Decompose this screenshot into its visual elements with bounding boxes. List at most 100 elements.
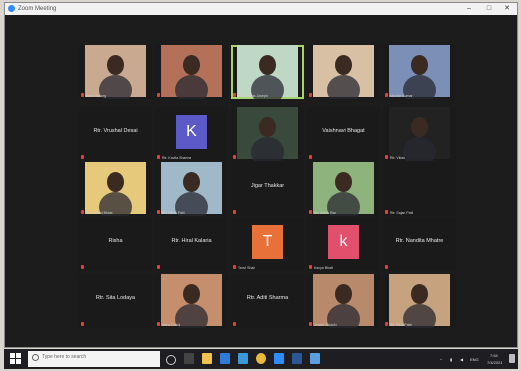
participant-tile[interactable]: Rtr. Nandita Mhatre (383, 217, 456, 271)
close-button[interactable]: ✕ (499, 3, 515, 14)
participant-video (389, 274, 450, 328)
language-indicator[interactable]: ENG (470, 357, 479, 362)
participant-silhouette (183, 55, 200, 75)
participant-silhouette (335, 172, 352, 192)
participant-video (161, 45, 222, 99)
muted-mic-icon (81, 322, 84, 326)
participant-silhouette (259, 117, 276, 137)
participant-caption: Rtr. Bina Patel (390, 323, 413, 327)
participant-name: Jigar Thakkar (250, 183, 285, 189)
photos-icon[interactable] (310, 353, 320, 364)
search-icon (32, 354, 39, 361)
muted-mic-icon (157, 155, 160, 159)
participant-tile[interactable] (231, 107, 304, 161)
participant-tile[interactable]: Jenish Solanki (307, 274, 380, 328)
muted-mic-icon (81, 93, 84, 97)
participant-caption: Rtr. Vikas (390, 156, 405, 160)
participant-tile[interactable]: Rtr. Sita Lodaya (79, 274, 152, 328)
participant-tile[interactable]: Ram Gurung (79, 45, 152, 99)
participant-caption: Rtr. Sajan Patil (390, 211, 414, 215)
store-icon[interactable] (238, 353, 248, 364)
zoom-window: Zoom Meeting – □ ✕ Ram Gurung Ms Sunitha … (4, 2, 518, 348)
participant-tile[interactable]: Rtr. Bina Patel (383, 274, 456, 328)
participant-tile[interactable]: Vaishnavi Bhagat (307, 107, 380, 161)
participant-avatar-initial: K (176, 115, 207, 149)
notification-icon[interactable] (509, 354, 515, 363)
participant-tile[interactable]: Neha Doshi (155, 274, 228, 328)
participant-tile[interactable]: K Rtr. Kavita Sharma (155, 107, 228, 161)
participant-tile[interactable] (155, 45, 228, 99)
participant-tile[interactable]: Rtr. Vrushal Desai (79, 107, 152, 161)
participant-tile[interactable]: T Tanvi Shah (231, 217, 304, 271)
participant-tile[interactable]: Manish Kumar (383, 45, 456, 99)
muted-mic-icon (81, 155, 84, 159)
search-placeholder: Type here to search (42, 354, 87, 360)
task-view-icon[interactable] (184, 353, 194, 364)
participant-video (85, 45, 146, 99)
participant-tile[interactable]: Rtr. Vikas (383, 107, 456, 161)
participant-tile[interactable]: k Kavya Bhatt (307, 217, 380, 271)
word-icon[interactable] (292, 353, 302, 364)
edge-icon[interactable] (220, 353, 230, 364)
participant-tile[interactable]: Rtr. Yashvi Bhide (79, 162, 152, 216)
participant-silhouette (411, 55, 428, 75)
participant-video (389, 107, 450, 161)
participant-caption: Rtr. Kavita Sharma (162, 156, 192, 160)
participant-video (85, 162, 146, 216)
muted-mic-icon (233, 210, 236, 214)
participant-tile[interactable]: Jigar Thakkar (231, 162, 304, 216)
zoom-taskbar-icon[interactable] (274, 353, 284, 364)
participant-name: Rtr. Aditi Sharma (246, 295, 289, 301)
participant-body (403, 137, 436, 161)
muted-mic-icon (309, 155, 312, 159)
participant-video (313, 45, 374, 99)
muted-mic-icon (385, 93, 388, 97)
tray-chevron-icon[interactable]: ^ (440, 357, 442, 362)
participant-silhouette (259, 55, 276, 75)
participant-silhouette (183, 172, 200, 192)
participant-tile[interactable]: Rtr. Aditi Sharma (231, 274, 304, 328)
muted-mic-icon (385, 155, 388, 159)
participant-tile[interactable]: Rtr. Hiral Kalaria (155, 217, 228, 271)
participant-caption: Ram Gurung (86, 94, 107, 98)
muted-mic-icon (385, 210, 388, 214)
participant-video (313, 274, 374, 328)
participant-avatar-initial: k (328, 225, 359, 259)
zoom-app-icon (8, 5, 15, 12)
muted-mic-icon (81, 210, 84, 214)
windows-taskbar: Type here to search ^ ▮ ◀ ENG 7:54 7/4/2… (4, 349, 518, 369)
muted-mic-icon (309, 93, 312, 97)
cortana-icon[interactable] (166, 355, 176, 365)
participant-tile[interactable]: Risha (79, 217, 152, 271)
participant-tile[interactable]: Rtr. Anish Rao (307, 162, 380, 216)
minimize-button[interactable]: – (461, 3, 477, 14)
clock-time[interactable]: 7:54 (490, 353, 498, 358)
chrome-icon[interactable] (256, 353, 266, 364)
muted-mic-icon (157, 322, 160, 326)
muted-mic-icon (385, 265, 388, 269)
windows-start-button[interactable] (10, 353, 22, 365)
muted-mic-icon (233, 93, 236, 97)
participant-video (313, 162, 374, 216)
maximize-button[interactable]: □ (481, 3, 497, 14)
window-title: Zoom Meeting (18, 6, 57, 12)
muted-mic-icon (157, 93, 160, 97)
participant-tile[interactable] (307, 45, 380, 99)
volume-icon[interactable]: ◀ (460, 357, 463, 362)
participant-tile[interactable]: Ms Sunitha Joseph (231, 45, 304, 99)
muted-mic-icon (81, 265, 84, 269)
participant-gallery: Ram Gurung Ms Sunitha Joseph Manish Kumar R… (5, 15, 517, 347)
participant-tile[interactable]: Rtr. Sajan Patil (383, 162, 456, 216)
participant-name: Rtr. Hiral Kalaria (171, 238, 212, 244)
muted-mic-icon (309, 265, 312, 269)
participant-tile[interactable]: Rtr. Neha Patil (155, 162, 228, 216)
clock-date[interactable]: 7/4/2021 (487, 360, 503, 365)
file-explorer-icon[interactable] (202, 353, 212, 364)
taskbar-search-input[interactable]: Type here to search (28, 351, 160, 367)
participant-silhouette (411, 117, 428, 137)
muted-mic-icon (157, 265, 160, 269)
muted-mic-icon (233, 155, 236, 159)
participant-name: Risha (108, 238, 123, 244)
network-icon[interactable]: ▮ (450, 357, 452, 362)
participant-caption: Rtr. Neha Patil (162, 211, 185, 215)
